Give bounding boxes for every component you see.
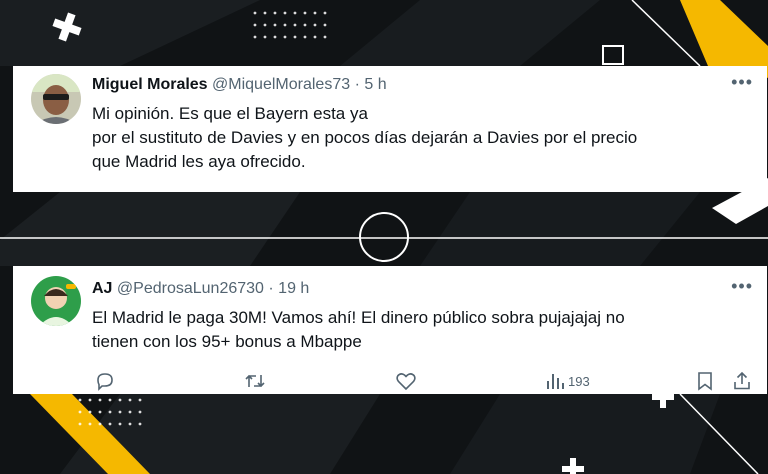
tweet-text: El Madrid le paga 30M! Vamos ahí! El din…: [92, 306, 625, 354]
avatar[interactable]: [31, 276, 81, 326]
tweet-header: AJ @PedrosaLun26730 · 19 h: [92, 280, 309, 298]
tweet-card-1[interactable]: Miguel Morales @MiquelMorales73 · 5 h ••…: [13, 66, 767, 192]
retweet-button[interactable]: [244, 370, 266, 392]
separator-dot: ·: [268, 280, 274, 297]
tweet-line: tienen con los 95+ bonus a Mbappe: [92, 332, 362, 351]
views-button[interactable]: 193: [546, 370, 590, 392]
tweet-line: que Madrid les aya ofrecido.: [92, 152, 306, 171]
author-name[interactable]: AJ: [92, 280, 112, 297]
user-avatar-icon: [31, 276, 81, 326]
share-icon: [734, 371, 750, 390]
reply-icon: [97, 373, 113, 391]
views-count: 193: [568, 373, 590, 389]
author-handle[interactable]: @MiquelMorales73: [212, 76, 350, 93]
tweet-timestamp[interactable]: 5 h: [364, 76, 386, 93]
bookmark-icon: [698, 372, 712, 391]
reply-button[interactable]: [95, 370, 115, 392]
bar-chart-icon: [547, 374, 564, 389]
tweet-text: Mi opinión. Es que el Bayern esta ya por…: [92, 102, 637, 174]
separator-dot: ·: [354, 76, 360, 93]
tweet-line: Mi opinión. Es que el Bayern esta ya: [92, 104, 368, 123]
avatar[interactable]: [31, 74, 81, 124]
more-options-icon[interactable]: •••: [731, 72, 753, 93]
retweet-icon: [245, 374, 265, 388]
tweet-actions: 193: [92, 370, 767, 392]
tweet-line: por el sustituto de Davies y en pocos dí…: [92, 128, 638, 147]
like-button[interactable]: [395, 370, 417, 392]
bookmark-button[interactable]: [696, 370, 714, 392]
tweet-header: Miguel Morales @MiquelMorales73 · 5 h: [92, 76, 387, 94]
tweet-card-2[interactable]: AJ @PedrosaLun26730 · 19 h ••• El Madrid…: [13, 266, 767, 394]
tweet-timestamp[interactable]: 19 h: [278, 280, 309, 297]
heart-icon: [396, 373, 416, 391]
tweet-line: El Madrid le paga 30M! Vamos ahí! El din…: [92, 308, 625, 327]
more-options-icon[interactable]: •••: [731, 276, 753, 297]
author-name[interactable]: Miguel Morales: [92, 76, 208, 93]
user-photo-icon: [31, 74, 81, 124]
share-button[interactable]: [732, 370, 752, 392]
author-handle[interactable]: @PedrosaLun26730: [117, 280, 264, 297]
